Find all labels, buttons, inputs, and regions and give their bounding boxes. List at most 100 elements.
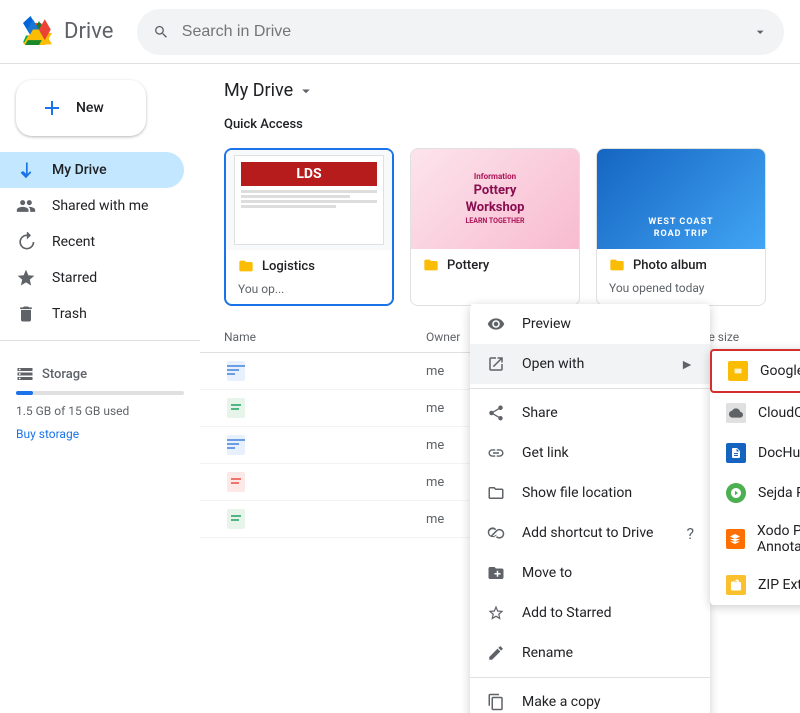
submenu-dochub[interactable]: DocHub - PDF Sign and Edit bbox=[710, 433, 800, 473]
folder-icon-logistics bbox=[238, 258, 254, 274]
card-sub-logistics: You op... bbox=[226, 282, 392, 304]
open-with-arrow: ► bbox=[680, 356, 694, 373]
quick-access-label: Quick Access bbox=[200, 109, 800, 140]
context-make-copy-label: Make a copy bbox=[522, 694, 601, 710]
context-menu-show-location[interactable]: Show file location bbox=[470, 473, 710, 513]
sidebar-item-trash-label: Trash bbox=[52, 306, 87, 322]
context-starred-label: Add to Starred bbox=[522, 605, 611, 621]
new-plus-icon bbox=[40, 96, 64, 120]
card-thumb-photo: WEST COASTROAD TRIP bbox=[597, 149, 765, 249]
submenu-cloudconvert[interactable]: CloudConvert bbox=[710, 393, 800, 433]
context-preview-label: Preview bbox=[522, 316, 571, 332]
link-icon bbox=[486, 443, 506, 463]
quick-access-card-photo[interactable]: WEST COASTROAD TRIP Photo album You open… bbox=[596, 148, 766, 306]
card-sub-photo: You opened today bbox=[597, 281, 765, 303]
sidebar-item-recent[interactable]: Recent bbox=[0, 224, 184, 260]
sidebar-item-recent-label: Recent bbox=[52, 234, 95, 250]
main-header: My Drive bbox=[200, 64, 800, 109]
cloudconvert-icon bbox=[726, 403, 746, 423]
search-icon bbox=[153, 23, 169, 41]
submenu-dochub-label: DocHub - PDF Sign and Edit bbox=[758, 445, 800, 461]
location-icon bbox=[486, 483, 506, 503]
folder-icon-photo bbox=[609, 257, 625, 273]
google-slides-icon bbox=[728, 361, 748, 381]
sidebar-item-starred[interactable]: Starred bbox=[0, 260, 184, 296]
sidebar-item-shared[interactable]: Shared with me bbox=[0, 188, 184, 224]
storage-used-text: 1.5 GB of 15 GB used bbox=[16, 404, 129, 418]
quick-access-card-pottery[interactable]: Information Pottery Workshop LEARN TOGET… bbox=[410, 148, 580, 306]
submenu-sejda[interactable]: Sejda PDF bbox=[710, 473, 800, 513]
file-icon-4 bbox=[224, 470, 248, 494]
quick-access-grid: LDS Logistics You op.. bbox=[200, 140, 800, 322]
file-icon-3 bbox=[224, 433, 248, 457]
context-open-with-label: Open with bbox=[522, 356, 584, 372]
storage-bar-fill bbox=[16, 391, 33, 395]
context-share-label: Share bbox=[522, 405, 558, 421]
menu-divider-1 bbox=[470, 388, 710, 389]
submenu-zip-label: ZIP Extractor bbox=[758, 577, 800, 593]
context-menu-add-starred[interactable]: Add to Starred bbox=[470, 593, 710, 633]
search-dropdown-icon[interactable] bbox=[752, 23, 768, 41]
card-info-logistics: Logistics bbox=[226, 250, 392, 282]
recent-icon bbox=[16, 232, 36, 252]
context-menu-move-to[interactable]: Move to bbox=[470, 553, 710, 593]
submenu-xodo-label: Xodo PDF Reader & Annotator bbox=[757, 523, 800, 555]
logo: Drive bbox=[16, 12, 113, 52]
header: Drive bbox=[0, 0, 800, 64]
shared-icon bbox=[16, 196, 36, 216]
context-get-link-label: Get link bbox=[522, 445, 569, 461]
sidebar-item-my-drive-label: My Drive bbox=[52, 162, 107, 178]
search-bar[interactable] bbox=[137, 9, 784, 55]
sidebar-item-trash[interactable]: Trash bbox=[0, 296, 184, 332]
context-move-to-label: Move to bbox=[522, 565, 572, 581]
card-info-pottery: Pottery bbox=[411, 249, 579, 281]
shortcut-icon bbox=[486, 523, 506, 543]
menu-divider-2 bbox=[470, 677, 710, 678]
my-drive-title[interactable]: My Drive bbox=[224, 80, 315, 101]
card-name-logistics: Logistics bbox=[262, 259, 315, 274]
submenu-zip[interactable]: ZIP Extractor bbox=[710, 565, 800, 605]
sidebar: New My Drive Shared with me Recent bbox=[0, 64, 200, 713]
trash-icon bbox=[16, 304, 36, 324]
sejda-icon bbox=[726, 483, 746, 503]
logo-text: Drive bbox=[64, 19, 113, 44]
search-input[interactable] bbox=[182, 23, 740, 41]
starred-icon bbox=[16, 268, 36, 288]
submenu-google-slides[interactable]: Google Slides bbox=[710, 349, 800, 393]
drive-logo-icon bbox=[16, 12, 56, 52]
star-icon bbox=[486, 603, 506, 623]
sidebar-item-my-drive[interactable]: My Drive bbox=[0, 152, 184, 188]
context-menu-add-shortcut[interactable]: Add shortcut to Drive ? bbox=[470, 513, 710, 553]
storage-section: Storage 1.5 GB of 15 GB used Buy storage bbox=[0, 349, 200, 457]
zip-icon bbox=[726, 575, 746, 595]
col-header-name: Name bbox=[224, 330, 426, 344]
submenu-xodo[interactable]: Xodo PDF Reader & Annotator bbox=[710, 513, 800, 565]
context-rename-label: Rename bbox=[522, 645, 573, 661]
context-show-location-label: Show file location bbox=[522, 485, 632, 501]
file-icon-1 bbox=[224, 359, 248, 383]
context-menu: Preview Open with ► Share Ge bbox=[470, 304, 710, 713]
submenu-cloudconvert-label: CloudConvert bbox=[758, 405, 800, 421]
context-menu-share[interactable]: Share bbox=[470, 393, 710, 433]
card-info-photo: Photo album bbox=[597, 249, 765, 281]
move-icon bbox=[486, 563, 506, 583]
quick-access-card-logistics[interactable]: LDS Logistics You op.. bbox=[224, 148, 394, 306]
file-icon-5 bbox=[224, 507, 248, 531]
context-menu-rename[interactable]: Rename bbox=[470, 633, 710, 673]
storage-icon bbox=[16, 365, 34, 383]
context-menu-get-link[interactable]: Get link bbox=[470, 433, 710, 473]
open-with-icon bbox=[486, 354, 506, 374]
card-thumb-pottery: Information Pottery Workshop LEARN TOGET… bbox=[411, 149, 579, 249]
layout: New My Drive Shared with me Recent bbox=[0, 64, 800, 713]
card-name-pottery: Pottery bbox=[447, 258, 489, 273]
card-name-photo: Photo album bbox=[633, 258, 707, 273]
buy-storage-link[interactable]: Buy storage bbox=[16, 427, 184, 441]
storage-label: Storage bbox=[42, 367, 87, 382]
new-button[interactable]: New bbox=[16, 80, 146, 136]
context-menu-make-copy[interactable]: Make a copy bbox=[470, 682, 710, 713]
my-drive-icon bbox=[16, 160, 36, 180]
context-menu-preview[interactable]: Preview bbox=[470, 304, 710, 344]
folder-icon-pottery bbox=[423, 257, 439, 273]
copy-icon bbox=[486, 692, 506, 712]
context-menu-open-with[interactable]: Open with ► bbox=[470, 344, 710, 384]
